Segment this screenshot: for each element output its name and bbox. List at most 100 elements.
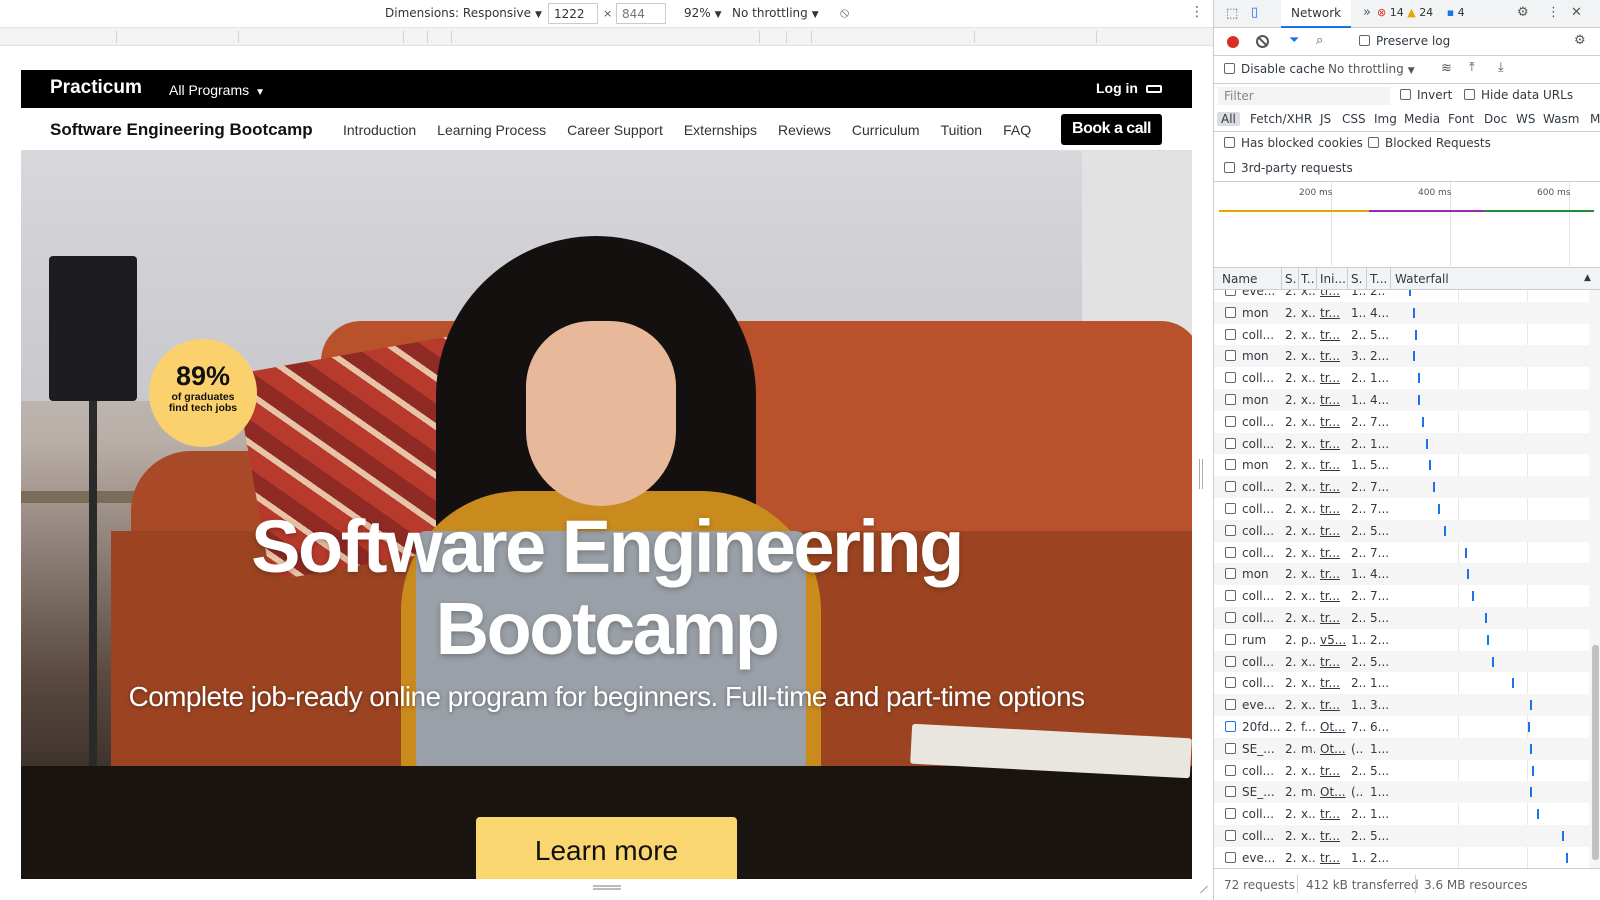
table-row[interactable]: eve... 2.. x.. tr... 1.. 2.. — [1214, 290, 1589, 302]
third-party-checkbox[interactable]: 3rd-party requests — [1224, 161, 1353, 175]
row-select-checkbox[interactable] — [1225, 721, 1236, 732]
table-row[interactable]: coll... 2.. x.. tr... 2.. 5... — [1214, 650, 1589, 673]
all-programs-menu[interactable]: All Programs — [169, 82, 265, 98]
device-toggle-icon[interactable]: ▯ — [1251, 5, 1258, 20]
row-select-checkbox[interactable] — [1225, 568, 1236, 580]
table-row[interactable]: mon 2.. x.. tr... 1.. 5... — [1214, 454, 1589, 476]
dimensions-select[interactable]: Dimensions: Responsive — [385, 6, 542, 20]
issues-counter[interactable]: ⊗ 14 ▲ 24 ▪ 4 — [1377, 6, 1465, 19]
row-select-checkbox[interactable] — [1225, 546, 1236, 558]
learn-more-button[interactable]: Learn more — [476, 817, 737, 879]
row-select-checkbox[interactable] — [1225, 372, 1236, 384]
table-row[interactable]: eve... 2.. x.. tr... 1.. 3... — [1214, 694, 1589, 716]
type-doc[interactable]: Doc — [1484, 112, 1507, 126]
close-icon[interactable]: ✕ — [1571, 5, 1582, 20]
media-query-ruler[interactable] — [0, 28, 1213, 46]
table-row[interactable]: coll... 2.. x.. tr... 2.. 5... — [1214, 324, 1589, 346]
network-overview[interactable]: 200 ms 400 ms 600 ms — [1214, 182, 1600, 268]
row-select-checkbox[interactable] — [1225, 590, 1236, 602]
subnav-link-career-support[interactable]: Career Support — [567, 122, 663, 138]
row-select-checkbox[interactable] — [1225, 415, 1236, 427]
table-row[interactable]: mon 2.. x.. tr... 1.. 4... — [1214, 301, 1589, 324]
disable-cache-checkbox[interactable]: Disable cache — [1224, 62, 1325, 76]
row-select-checkbox[interactable] — [1225, 742, 1236, 754]
col-type[interactable]: T.. — [1301, 272, 1315, 286]
throttling-select[interactable]: No throttling — [732, 6, 819, 20]
table-row[interactable]: coll... 2.. x.. tr... 2.. 7... — [1214, 476, 1589, 498]
import-har-icon[interactable]: ⤒ — [1469, 60, 1475, 75]
row-select-checkbox[interactable] — [1225, 612, 1236, 623]
resize-handle-bottom[interactable] — [593, 885, 621, 890]
subnav-link-externships[interactable]: Externships — [684, 122, 757, 138]
record-icon[interactable] — [1227, 36, 1239, 48]
type-font[interactable]: Font — [1448, 112, 1474, 126]
table-row[interactable]: SE_... 2.. m.. Ot... (.. 1... — [1214, 737, 1589, 760]
requests-scrollbar[interactable] — [1589, 290, 1600, 868]
table-row[interactable]: coll... 2.. x.. tr... 2.. 5... — [1214, 825, 1589, 847]
row-select-checkbox[interactable] — [1225, 764, 1236, 776]
subnav-link-introduction[interactable]: Introduction — [343, 122, 416, 138]
table-row[interactable]: mon 2.. x.. tr... 3.. 2... — [1214, 345, 1589, 368]
site-logo[interactable]: Practicum — [50, 77, 142, 99]
device-height-input[interactable] — [616, 3, 666, 24]
row-select-checkbox[interactable] — [1225, 459, 1236, 471]
type-img[interactable]: Img — [1374, 112, 1397, 126]
rotate-icon[interactable]: ⦸ — [840, 5, 849, 21]
table-row[interactable]: coll... 2.. x.. tr... 2.. 7... — [1214, 585, 1589, 607]
table-row[interactable]: coll... 2.. x.. tr... 2.. 5... — [1214, 760, 1589, 782]
col-size[interactable]: S. — [1351, 272, 1362, 286]
clear-icon[interactable] — [1256, 35, 1269, 48]
filter-icon[interactable]: ⏷ — [1289, 33, 1299, 48]
book-call-button[interactable]: Book a call — [1061, 114, 1162, 145]
network-throttling-select[interactable]: No throttling — [1328, 62, 1415, 76]
type-fetch-xhr[interactable]: Fetch/XHR — [1250, 112, 1312, 126]
invert-checkbox[interactable]: Invert — [1400, 88, 1452, 102]
row-select-checkbox[interactable] — [1225, 503, 1236, 514]
row-select-checkbox[interactable] — [1225, 699, 1236, 711]
table-row[interactable]: SE_... 2.. m.. Ot... (.. 1... — [1214, 781, 1589, 804]
type-manifest[interactable]: M — [1590, 112, 1600, 126]
row-select-checkbox[interactable] — [1225, 830, 1236, 841]
row-select-checkbox[interactable] — [1225, 677, 1236, 689]
settings-gear-icon[interactable]: ⚙ — [1517, 5, 1529, 20]
subnav-link-curriculum[interactable]: Curriculum — [852, 122, 920, 138]
inspect-element-icon[interactable]: ⬚ — [1226, 6, 1238, 21]
search-icon[interactable]: ⌕ — [1316, 33, 1323, 48]
table-row[interactable]: coll... 2.. x.. tr... 2.. 1... — [1214, 803, 1589, 825]
row-select-checkbox[interactable] — [1225, 851, 1236, 863]
table-row[interactable]: 20fd... 2.. f... Ot... 7.. 6... — [1214, 716, 1589, 738]
hide-data-urls-checkbox[interactable]: Hide data URLs — [1464, 88, 1573, 102]
col-name[interactable]: Name — [1222, 272, 1257, 286]
subnav-link-faq[interactable]: FAQ — [1003, 122, 1031, 138]
subnav-link-tuition[interactable]: Tuition — [941, 122, 983, 138]
table-row[interactable]: mon 2.. x.. tr... 1.. 4... — [1214, 389, 1589, 411]
more-tabs-icon[interactable]: » — [1363, 5, 1371, 20]
row-select-checkbox[interactable] — [1225, 481, 1236, 493]
row-select-checkbox[interactable] — [1225, 655, 1236, 667]
devtools-menu-icon[interactable]: ⋮ — [1547, 5, 1560, 20]
row-select-checkbox[interactable] — [1225, 306, 1236, 318]
type-wasm[interactable]: Wasm — [1543, 112, 1579, 126]
type-css[interactable]: CSS — [1342, 112, 1366, 126]
subnav-link-learning-process[interactable]: Learning Process — [437, 122, 546, 138]
resize-handle-right[interactable] — [1199, 459, 1203, 489]
table-row[interactable]: coll... 2.. x.. tr... 2.. 7... — [1214, 411, 1589, 433]
device-width-input[interactable] — [548, 3, 598, 24]
resize-handle-corner[interactable] — [1196, 880, 1210, 894]
more-options-icon[interactable]: ⋮ — [1190, 4, 1204, 20]
row-select-checkbox[interactable] — [1225, 394, 1236, 405]
type-all[interactable]: All — [1217, 112, 1240, 126]
type-ws[interactable]: WS — [1516, 112, 1535, 126]
col-waterfall[interactable]: Waterfall — [1395, 272, 1449, 286]
col-status[interactable]: S. — [1285, 272, 1296, 286]
table-row[interactable]: coll... 2.. x.. tr... 2.. 7... — [1214, 498, 1589, 520]
row-select-checkbox[interactable] — [1225, 524, 1236, 536]
row-select-checkbox[interactable] — [1225, 350, 1236, 362]
table-row[interactable]: coll... 2.. x.. tr... 2.. 1... — [1214, 432, 1589, 455]
preserve-log-checkbox[interactable]: Preserve log — [1359, 34, 1450, 48]
row-select-checkbox[interactable] — [1225, 633, 1236, 645]
table-row[interactable]: rum 2.. p.. v5... 1.. 2... — [1214, 629, 1589, 651]
row-select-checkbox[interactable] — [1225, 808, 1236, 820]
row-select-checkbox[interactable] — [1225, 437, 1236, 449]
export-har-icon[interactable]: ⤓ — [1498, 60, 1504, 75]
